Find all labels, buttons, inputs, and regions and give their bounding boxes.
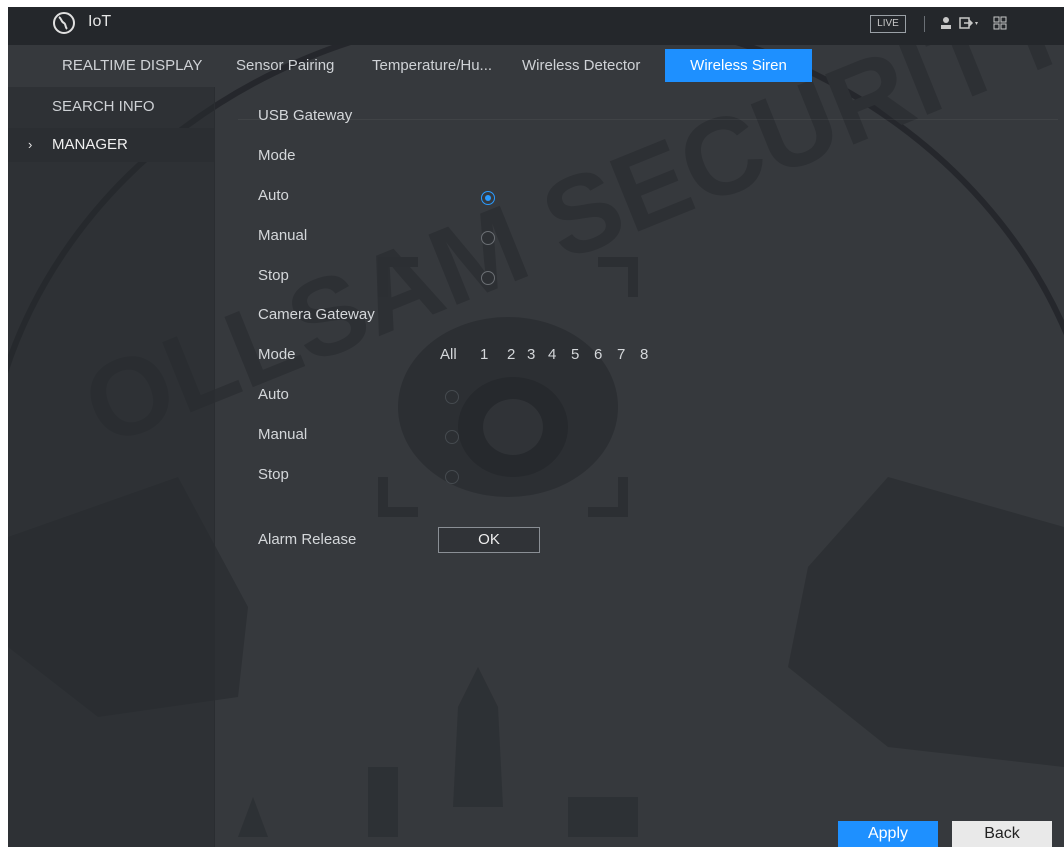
camera-manual-label: Manual bbox=[258, 426, 308, 443]
app-title: IoT bbox=[88, 13, 112, 30]
sidebar-item-label: MANAGER bbox=[52, 136, 128, 153]
camera-gateway-title: Camera Gateway bbox=[258, 306, 375, 323]
camera-manual-radio[interactable] bbox=[445, 430, 459, 444]
sidebar: SEARCH INFO › MANAGER bbox=[8, 87, 215, 847]
app-window: OLLSAM SECURITY IoT LIVE REALTIME DISPLA… bbox=[8, 7, 1064, 847]
usb-manual-label: Manual bbox=[258, 227, 308, 244]
tab-wireless-detector[interactable]: Wireless Detector bbox=[522, 49, 640, 82]
channel-8[interactable]: 8 bbox=[640, 346, 648, 363]
usb-gateway-title: USB Gateway bbox=[258, 107, 353, 124]
usb-mode-label: Mode bbox=[258, 147, 296, 164]
camera-stop-label: Stop bbox=[258, 466, 289, 483]
globe-icon bbox=[53, 12, 75, 34]
user-icon[interactable] bbox=[938, 15, 954, 31]
channel-2[interactable]: 2 bbox=[507, 346, 515, 363]
alarm-release-label: Alarm Release bbox=[258, 531, 357, 548]
toolbar-divider bbox=[924, 16, 925, 32]
channel-3[interactable]: 3 bbox=[527, 346, 535, 363]
logout-icon[interactable] bbox=[958, 15, 982, 31]
usb-auto-label: Auto bbox=[258, 187, 289, 204]
back-button[interactable]: Back bbox=[952, 821, 1052, 847]
channel-7[interactable]: 7 bbox=[617, 346, 625, 363]
channel-all[interactable]: All bbox=[440, 346, 457, 363]
channel-5[interactable]: 5 bbox=[571, 346, 579, 363]
tab-sensor-pairing[interactable]: Sensor Pairing bbox=[236, 49, 334, 82]
sidebar-item-label: SEARCH INFO bbox=[52, 98, 155, 115]
live-button[interactable]: LIVE bbox=[870, 15, 906, 33]
title-bar: IoT LIVE bbox=[8, 7, 1064, 45]
channel-4[interactable]: 4 bbox=[548, 346, 556, 363]
alarm-release-ok-button[interactable]: OK bbox=[438, 527, 540, 553]
tab-realtime-display[interactable]: REALTIME DISPLAY bbox=[62, 49, 202, 82]
apply-button[interactable]: Apply bbox=[838, 821, 938, 847]
chevron-right-icon: › bbox=[28, 137, 33, 152]
camera-stop-radio[interactable] bbox=[445, 470, 459, 484]
usb-stop-radio[interactable] bbox=[481, 271, 495, 285]
tab-wireless-siren[interactable]: Wireless Siren bbox=[665, 49, 812, 82]
camera-auto-radio[interactable] bbox=[445, 390, 459, 404]
sidebar-item-manager[interactable]: › MANAGER bbox=[8, 128, 214, 162]
channel-1[interactable]: 1 bbox=[480, 346, 488, 363]
grid-icon[interactable] bbox=[992, 15, 1008, 31]
tab-temperature-humidity[interactable]: Temperature/Hu... bbox=[372, 49, 492, 82]
camera-auto-label: Auto bbox=[258, 386, 289, 403]
usb-stop-label: Stop bbox=[258, 267, 289, 284]
usb-manual-radio[interactable] bbox=[481, 231, 495, 245]
channel-6[interactable]: 6 bbox=[594, 346, 602, 363]
usb-auto-radio[interactable] bbox=[481, 191, 495, 205]
section-divider bbox=[238, 119, 1058, 120]
sidebar-item-search-info[interactable]: SEARCH INFO bbox=[8, 90, 214, 124]
camera-mode-label: Mode bbox=[258, 346, 296, 363]
